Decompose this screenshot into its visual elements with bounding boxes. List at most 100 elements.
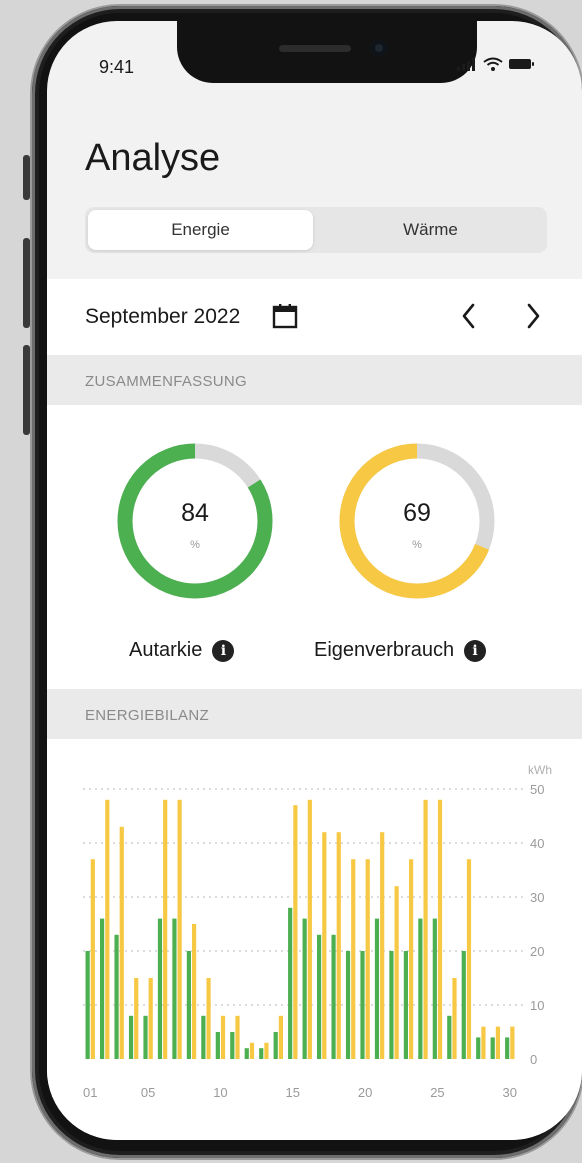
x-tick-label: 10	[213, 1085, 227, 1100]
tab-energie[interactable]: Energie	[88, 210, 313, 250]
eigenverbrauch-label-row: Eigenverbrauch i	[314, 639, 487, 662]
bar-yellow	[134, 978, 139, 1059]
chevron-right-icon[interactable]	[521, 301, 545, 331]
bar-green	[505, 1037, 510, 1059]
bar-green	[418, 918, 423, 1059]
x-tick-label: 20	[358, 1085, 372, 1100]
bar-yellow	[119, 826, 124, 1059]
bar-green	[317, 934, 322, 1059]
battery-icon	[509, 59, 534, 69]
bar-green	[403, 951, 408, 1059]
y-tick-label: 50	[530, 782, 544, 797]
bar-green	[345, 951, 351, 1059]
energy-section-title: ENERGIEBILANZ	[85, 707, 209, 724]
energy-bar-chart: kWh 0 10 20 30 40 50 01 05 10 15 20 25 30	[83, 763, 552, 1100]
eigenverbrauch-label: Eigenverbrauch	[314, 639, 455, 661]
bar-yellow	[423, 799, 428, 1059]
bar-green	[244, 1048, 249, 1059]
y-tick-label: 20	[530, 944, 544, 959]
bar-green	[360, 951, 365, 1059]
status-time: 9:41	[99, 57, 135, 77]
x-tick-label: 25	[430, 1085, 444, 1100]
bar-green	[447, 1015, 452, 1059]
bar-yellow	[380, 832, 385, 1059]
bar-green	[128, 1015, 134, 1059]
volume-up-button	[23, 238, 30, 328]
bar-yellow	[293, 805, 298, 1059]
bar-yellow	[278, 1015, 283, 1059]
summary-section-title: ZUSAMMENFASSUNG	[85, 373, 248, 390]
autarkie-value: 84	[181, 499, 209, 527]
speaker	[279, 45, 351, 52]
bar-yellow	[481, 1026, 486, 1059]
bar-yellow	[192, 924, 197, 1059]
bar-yellow	[466, 859, 472, 1059]
y-axis-unit: kWh	[528, 763, 552, 777]
bar-green	[100, 918, 105, 1059]
eigenverbrauch-gauge: 69 %	[337, 441, 497, 601]
x-tick-label: 15	[286, 1085, 300, 1100]
x-tick-label: 30	[503, 1085, 517, 1100]
bar-green	[288, 907, 293, 1059]
y-tick-label: 0	[530, 1052, 537, 1067]
bar-yellow	[510, 1026, 515, 1059]
period-selector: September 2022	[47, 279, 582, 355]
calendar-icon[interactable]	[272, 303, 298, 329]
front-camera	[371, 40, 387, 56]
eigenverbrauch-unit: %	[412, 539, 422, 551]
bar-yellow	[177, 799, 182, 1059]
bar-green	[259, 1048, 264, 1059]
bar-yellow	[220, 1015, 226, 1059]
bar-green	[114, 934, 119, 1059]
bar-green	[331, 934, 336, 1059]
bar-green	[432, 918, 437, 1059]
bar-yellow	[163, 799, 168, 1059]
notch	[177, 21, 477, 83]
page-title: Analyse	[85, 137, 221, 179]
bar-yellow	[409, 859, 414, 1059]
bar-green	[186, 951, 191, 1059]
x-tick-label: 01	[83, 1085, 97, 1100]
y-tick-label: 30	[530, 890, 544, 905]
bar-yellow	[148, 978, 153, 1059]
bar-yellow	[351, 859, 356, 1059]
bar-green	[157, 918, 163, 1059]
bar-yellow	[452, 978, 457, 1059]
info-icon[interactable]: i	[212, 639, 235, 662]
mute-switch	[23, 155, 30, 200]
bar-yellow	[394, 886, 399, 1059]
bar-green	[461, 951, 466, 1059]
bar-yellow	[90, 859, 95, 1059]
summary-section-header: ZUSAMMENFASSUNG	[47, 355, 582, 405]
bar-yellow	[235, 1015, 240, 1059]
energy-section-header: ENERGIEBILANZ	[47, 689, 582, 739]
volume-down-button	[23, 345, 30, 435]
bar-yellow	[264, 1042, 269, 1059]
bar-green	[143, 1015, 148, 1059]
bar-green	[172, 918, 177, 1059]
segmented-control: Energie Wärme	[85, 207, 547, 253]
summary-panel: 84 % 69 % Autarkie i Eigenverbrauch i	[47, 405, 582, 689]
y-tick-label: 10	[530, 998, 544, 1013]
app-screen: 9:41 Analyse Energie Wärme September 202…	[47, 21, 582, 1140]
tab-waerme[interactable]: Wärme	[317, 210, 544, 250]
wifi-icon	[483, 57, 503, 71]
bar-yellow	[322, 832, 327, 1059]
bar-green	[389, 951, 394, 1059]
autarkie-label-row: Autarkie i	[129, 639, 235, 662]
chevron-left-icon[interactable]	[457, 301, 481, 331]
y-tick-label: 40	[530, 836, 544, 851]
bar-green	[302, 918, 307, 1059]
bar-yellow	[365, 859, 370, 1059]
info-icon[interactable]: i	[464, 639, 487, 662]
eigenverbrauch-value: 69	[403, 499, 431, 527]
bar-green	[476, 1037, 481, 1059]
bar-yellow	[206, 978, 211, 1059]
bar-yellow	[336, 832, 341, 1059]
period-label[interactable]: September 2022	[85, 305, 240, 329]
autarkie-gauge: 84 %	[115, 441, 275, 601]
energy-chart: kWh 0 10 20 30 40 50 01 05 10 15 20 25 30	[47, 739, 582, 1140]
bar-green	[201, 1015, 206, 1059]
bar-green	[273, 1032, 278, 1059]
bar-green	[230, 1032, 235, 1059]
